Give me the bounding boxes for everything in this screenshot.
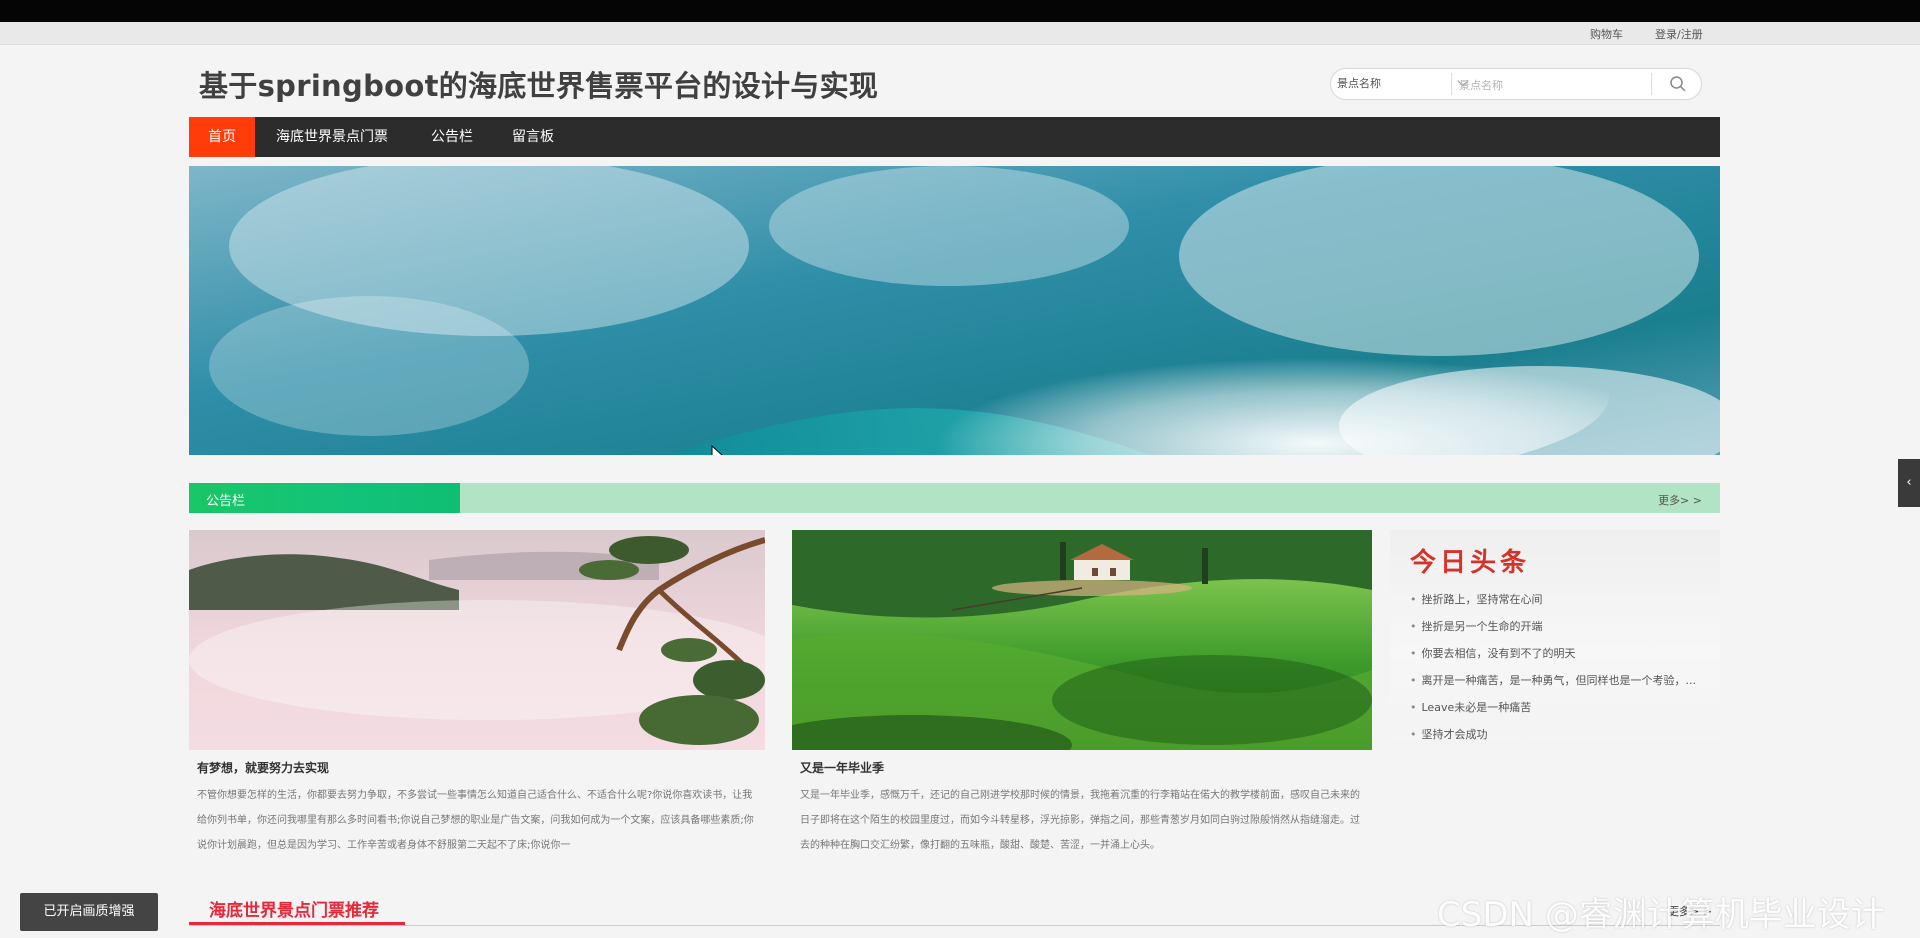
utility-bar: 购物车 登录/注册	[0, 22, 1920, 45]
notice-bar: 公告栏 更多> >	[189, 483, 1720, 513]
headline-panel: 今日头条 挫折路上，坚持常在心间 挫折是另一个生命的开端 你要去相信，没有到不了…	[1390, 530, 1720, 750]
misty-mountain-image	[189, 530, 765, 750]
notice-tab-label: 公告栏	[206, 494, 246, 509]
headline-item[interactable]: 挫折路上，坚持常在心间	[1410, 590, 1696, 617]
enhance-quality-button[interactable]: 已开启画质增强	[20, 893, 158, 931]
search-category-value: 景点名称	[1337, 77, 1381, 90]
headline-list: 挫折路上，坚持常在心间 挫折是另一个生命的开端 你要去相信，没有到不了的明天 离…	[1410, 590, 1697, 750]
search-divider	[1451, 73, 1452, 95]
nav-item-messages[interactable]: 留言板	[493, 117, 573, 157]
nav-item-notices[interactable]: 公告栏	[412, 117, 492, 157]
headline-item[interactable]: Leave未必是一种痛苦	[1410, 698, 1696, 725]
search-divider	[1651, 73, 1652, 95]
mouse-cursor-icon	[711, 445, 723, 455]
watermark: CSDN @睿渊计算机毕业设计	[1437, 895, 1885, 935]
window-top-bar	[0, 0, 1920, 22]
main-nav: 首页 海底世界景点门票 公告栏 留言板	[189, 117, 1720, 157]
side-collapse-tab[interactable]: ‹	[1898, 459, 1920, 507]
search-button[interactable]	[1661, 71, 1695, 97]
article-title[interactable]: 有梦想，就要努力去实现	[197, 759, 329, 776]
login-register-link[interactable]: 登录/注册	[1655, 26, 1703, 42]
cart-link[interactable]: 购物车	[1590, 26, 1623, 42]
green-hills-image	[792, 530, 1372, 750]
site-title: 基于springboot的海底世界售票平台的设计与实现	[199, 69, 879, 103]
ocean-waves-image	[189, 166, 1720, 455]
search-box: 景点名称	[1330, 68, 1702, 100]
headline-item[interactable]: 挫折是另一个生命的开端	[1410, 617, 1696, 644]
search-input[interactable]	[1457, 72, 1646, 98]
article-title[interactable]: 又是一年毕业季	[800, 759, 884, 776]
nav-item-home[interactable]: 首页	[189, 117, 255, 157]
nav-item-tickets[interactable]: 海底世界景点门票	[257, 117, 407, 157]
notice-tab[interactable]: 公告栏	[189, 483, 460, 513]
headline-item[interactable]: 你要去相信，没有到不了的明天	[1410, 644, 1696, 671]
hero-banner[interactable]	[189, 166, 1720, 455]
article-excerpt: 又是一年毕业季，感慨万千，还记的自己刚进学校那时候的情景，我拖着沉重的行李箱站在…	[800, 790, 1360, 851]
recommend-title: 海底世界景点门票推荐	[209, 901, 379, 921]
search-category-select[interactable]: 景点名称	[1337, 75, 1473, 93]
article-excerpt: 不管你想要怎样的生活，你都要去努力争取，不多尝试一些事情怎么知道自己适合什么、不…	[197, 790, 754, 851]
headline-item[interactable]: 坚持才会成功	[1410, 725, 1696, 750]
notice-more-link[interactable]: 更多> >	[1658, 492, 1702, 508]
headline-item[interactable]: 离开是一种痛苦，是一种勇气，但同样也是一个考验，...	[1410, 671, 1697, 698]
search-icon	[1670, 76, 1686, 92]
headline-title: 今日头条	[1410, 548, 1531, 578]
